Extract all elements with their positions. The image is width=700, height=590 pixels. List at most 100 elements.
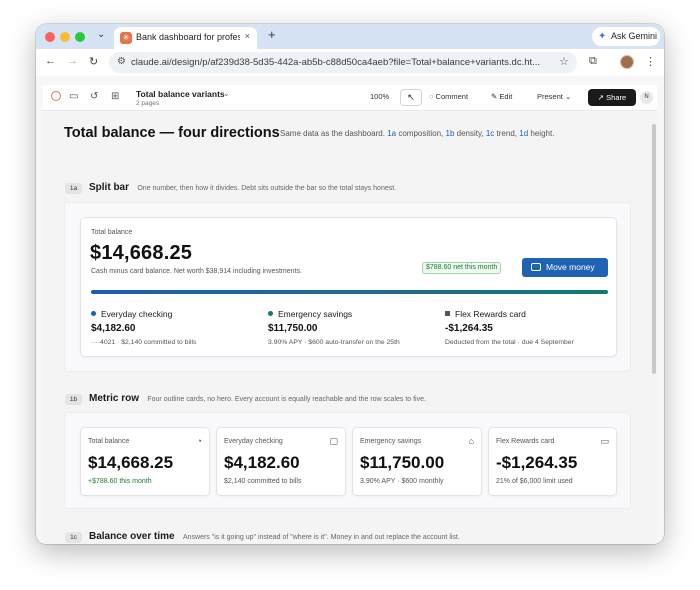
- metric-card-savings[interactable]: Emergency savings ⌂ $11,750.00 3.90% APY…: [352, 427, 482, 496]
- comment-button[interactable]: ◌ Comment: [429, 92, 468, 101]
- navigation-bar: ← → ↻ ⚙ claude.ai/design/p/af239d38-5d35…: [36, 49, 664, 76]
- url-text[interactable]: claude.ai/design/p/af239d38-5d35-442a-ab…: [131, 57, 543, 68]
- share-label: Share: [606, 93, 627, 102]
- comment-label: Comment: [435, 92, 469, 101]
- total-balance-amount: $14,668.25: [90, 242, 193, 264]
- subtitle-code-1d[interactable]: 1d: [519, 129, 528, 138]
- account-amount-checking: $4,182.60: [91, 323, 136, 334]
- share-button[interactable]: ↗ Share: [588, 89, 636, 106]
- ask-gemini-button[interactable]: ✦ Ask Gemini: [592, 27, 660, 46]
- card-square-icon: [445, 311, 450, 316]
- edit-button[interactable]: ✎ Edit: [491, 92, 512, 101]
- net-this-month-badge: $788.60 net this month: [422, 262, 502, 274]
- browser-window: ⌄ ✳ Bank dashboard for professio × + ✦ A…: [36, 24, 664, 544]
- subtitle-code-1a[interactable]: 1a: [387, 129, 396, 138]
- page-title: Total balance — four directions: [64, 125, 280, 141]
- split-bar-card: Total balance $14,668.25 Cash minus card…: [80, 217, 617, 357]
- subtitle-prefix: Same data as the dashboard.: [280, 129, 385, 138]
- site-settings-icon[interactable]: ⚙: [117, 56, 126, 67]
- app-toolbar: ▭ ↺ ⊞ Total balance variants ⌄ 2 pages 1…: [43, 85, 657, 111]
- checking-dot-icon: [91, 311, 96, 316]
- bank-icon: ⌂: [468, 436, 474, 446]
- account-name-card[interactable]: Flex Rewards card: [445, 309, 526, 319]
- metric-value-credit: -$1,264.35: [496, 453, 578, 472]
- section-desc-metric-row: Four outline cards, no hero. Every accou…: [147, 396, 426, 403]
- address-bar[interactable]: ⚙ claude.ai/design/p/af239d38-5d35-442a-…: [109, 52, 577, 73]
- total-balance-label: Total balance: [91, 229, 133, 236]
- forward-arrow-icon[interactable]: →: [67, 55, 78, 67]
- wallet-icon: ▢: [329, 436, 338, 446]
- metric-sub-total: +$788.60 this month: [88, 478, 152, 485]
- share-arrow-icon: ↗: [597, 93, 607, 102]
- account-note-checking: ····4021 · $2,140 committed to bills: [91, 339, 197, 346]
- vertical-scrollbar[interactable]: [652, 124, 656, 374]
- account-note-card: Deducted from the total · due 4 Septembe…: [445, 339, 574, 346]
- account-amount-card: -$1,264.35: [445, 323, 493, 334]
- select-tool-button[interactable]: ↖: [400, 89, 422, 106]
- metric-card-credit[interactable]: Flex Rewards card ▭ -$1,264.35 21% of $6…: [488, 427, 617, 496]
- document-menu-chevron-icon[interactable]: ⌄: [223, 89, 230, 98]
- account-name-checking-label: Everyday checking: [101, 309, 173, 319]
- present-button[interactable]: Present ⌄: [537, 92, 571, 101]
- document-title[interactable]: Total balance variants: [136, 89, 225, 99]
- reload-icon[interactable]: ↻: [89, 55, 98, 68]
- design-canvas: Total balance — four directions Same dat…: [43, 112, 657, 544]
- layers-icon[interactable]: ⊞: [111, 91, 119, 102]
- history-icon[interactable]: ↺: [90, 91, 98, 102]
- metric-card-total[interactable]: Total balance ◔ $14,668.25 +$788.60 this…: [80, 427, 210, 496]
- metric-value-total: $14,668.25: [88, 453, 174, 472]
- minimize-window-button[interactable]: [60, 32, 70, 42]
- bookmark-star-icon[interactable]: ☆: [559, 55, 569, 68]
- user-avatar[interactable]: N: [640, 91, 653, 104]
- subtitle-text-1c: trend,: [496, 129, 518, 138]
- present-chevron-icon: ⌄: [562, 92, 572, 101]
- browser-tab[interactable]: ✳ Bank dashboard for professio ×: [114, 27, 257, 49]
- section-title-split-bar: Split bar: [89, 182, 130, 193]
- subtitle-text-1a: composition,: [398, 129, 444, 138]
- maximize-window-button[interactable]: [75, 32, 85, 42]
- app-logo-icon[interactable]: [51, 91, 61, 101]
- account-name-savings[interactable]: Emergency savings: [268, 309, 352, 319]
- tab-title: Bank dashboard for professio: [136, 32, 240, 42]
- present-label: Present: [537, 92, 563, 101]
- total-balance-note: Cash minus card balance. Net worth $38,9…: [91, 268, 302, 275]
- sidebar-toggle-icon[interactable]: ▭: [69, 91, 78, 102]
- section-code-1c: 1c: [65, 532, 82, 543]
- metric-label-checking: Everyday checking: [224, 438, 283, 445]
- credit-card-icon: ▭: [600, 436, 609, 446]
- close-window-button[interactable]: [45, 32, 55, 42]
- metric-card-checking[interactable]: Everyday checking ▢ $4,182.60 $2,140 com…: [216, 427, 346, 496]
- section-code-1b: 1b: [65, 394, 82, 405]
- section-title-metric-row: Metric row: [89, 393, 140, 404]
- claude-favicon-icon: ✳: [120, 32, 132, 44]
- account-name-checking[interactable]: Everyday checking: [91, 309, 172, 319]
- tab-search-chevron-icon[interactable]: ⌄: [97, 29, 105, 40]
- zoom-level[interactable]: 100%: [370, 92, 389, 101]
- account-note-savings: 3.90% APY · $600 auto-transfer on the 25…: [268, 339, 400, 346]
- tab-close-icon[interactable]: ×: [245, 31, 250, 41]
- section-title-over-time: Balance over time: [89, 531, 175, 542]
- extensions-puzzle-icon[interactable]: ⧉: [589, 55, 597, 68]
- document-page-count: 2 pages: [136, 100, 160, 107]
- subtitle-code-1b[interactable]: 1b: [446, 129, 455, 138]
- pie-chart-icon: ◔: [196, 436, 202, 446]
- metric-value-checking: $4,182.60: [224, 453, 300, 472]
- page-subtitle: Same data as the dashboard. 1a compositi…: [280, 129, 554, 138]
- section-desc-over-time: Answers "is it going up" instead of "whe…: [182, 534, 460, 541]
- section-heading-over-time: Balance over time Answers "is it going u…: [89, 531, 460, 542]
- subtitle-code-1c[interactable]: 1c: [486, 129, 494, 138]
- pointer-cursor-icon: ↖: [407, 92, 415, 102]
- tab-strip: ⌄ ✳ Bank dashboard for professio × + ✦ A…: [36, 24, 664, 49]
- browser-menu-kebab-icon[interactable]: ⋮: [645, 55, 656, 68]
- move-money-button[interactable]: Move money: [522, 258, 608, 277]
- section-heading-metric-row: Metric row Four outline cards, no hero. …: [89, 393, 426, 404]
- metric-label-credit: Flex Rewards card: [496, 438, 555, 445]
- profile-avatar[interactable]: [620, 55, 634, 69]
- transfer-icon: [531, 263, 541, 271]
- back-arrow-icon[interactable]: ←: [45, 55, 56, 67]
- new-tab-button[interactable]: +: [268, 27, 276, 42]
- section-heading-split-bar: Split bar One number, then how it divide…: [89, 182, 396, 193]
- account-amount-savings: $11,750.00: [268, 323, 318, 334]
- move-money-label: Move money: [546, 262, 595, 272]
- composition-split-bar: [91, 290, 608, 294]
